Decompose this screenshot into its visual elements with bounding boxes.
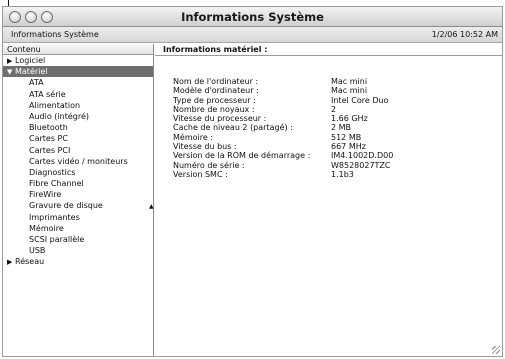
- sidebar-item-label: Matériel: [15, 67, 48, 77]
- spec-value: W8528027TZC: [331, 160, 391, 170]
- sidebar-item-label: Réseau: [15, 257, 45, 267]
- spec-label: Vitesse du bus :: [173, 142, 237, 152]
- spec-label: Cache de niveau 2 (partagé) :: [173, 123, 293, 133]
- sidebar-item-label: ATA: [29, 78, 44, 88]
- sidebar-item-label: Diagnostics: [29, 167, 76, 177]
- sidebar-item-label: Fibre Channel: [29, 179, 84, 189]
- sidebar-item-bluetooth[interactable]: Bluetooth: [3, 122, 153, 133]
- sidebar-item-label: FireWire: [29, 190, 62, 200]
- sidebar-item-label: Cartes PCI: [29, 145, 71, 155]
- sidebar-item-r-seau[interactable]: ▶ Réseau: [3, 256, 153, 267]
- sidebar-scrollbar[interactable]: ▲: [148, 55, 154, 356]
- spec-label: Numéro de série :: [173, 160, 245, 170]
- sidebar-item-alimentation[interactable]: Alimentation: [3, 100, 153, 111]
- resize-grip-icon[interactable]: [492, 346, 500, 354]
- spec-label: Type de processeur :: [173, 95, 256, 105]
- sidebar-item-mat-riel[interactable]: ▼ Matériel: [3, 66, 153, 78]
- spec-label: Mémoire :: [173, 132, 214, 142]
- spec-row: Modèle d'ordinateur : Mac mini: [173, 86, 393, 95]
- spec-row: Mémoire : 512 MB: [173, 133, 393, 142]
- spec-row: Numéro de série : W8528027TZC: [173, 161, 393, 170]
- spec-value: 2: [331, 104, 337, 114]
- sidebar-item-gravure-de-disque[interactable]: Gravure de disque: [3, 200, 153, 211]
- info-bar-label: Informations Système: [11, 30, 99, 39]
- spec-value: 1.1b3: [331, 169, 354, 179]
- sidebar-item-cartes-vid-o-moniteurs[interactable]: Cartes vidéo / moniteurs: [3, 156, 153, 167]
- detail-pane: Informations matériel : Nom de l'ordinat…: [155, 44, 502, 356]
- spec-value: Intel Core Duo: [331, 95, 389, 105]
- spec-value: 1.66 GHz: [331, 114, 368, 124]
- spec-value: Mac mini: [331, 77, 368, 86]
- spec-label: Version SMC :: [173, 169, 228, 179]
- sidebar-item-label: Audio (intégré): [29, 111, 89, 121]
- system-profiler-window: Informations Système Informations Systèm…: [2, 6, 503, 357]
- title-bar[interactable]: Informations Système: [3, 7, 502, 27]
- sidebar-item-logiciel[interactable]: ▶ Logiciel: [3, 55, 153, 66]
- spec-label: Nombre de noyaux :: [173, 104, 255, 114]
- sidebar-item-label: USB: [29, 246, 46, 256]
- scroll-arrow-icon[interactable]: ▲: [149, 203, 154, 210]
- window-title: Informations Système: [181, 10, 324, 24]
- sidebar-item-cartes-pc[interactable]: Cartes PC: [3, 133, 153, 144]
- spec-row: Nom de l'ordinateur : Mac mini: [173, 77, 393, 86]
- sidebar-item-fibre-channel[interactable]: Fibre Channel: [3, 178, 153, 189]
- spec-label: Modèle d'ordinateur :: [173, 86, 259, 96]
- sidebar-item-label: Cartes PC: [29, 134, 68, 144]
- spec-row: Version de la ROM de démarrage : IM4.1002…: [173, 151, 393, 160]
- info-bar: Informations Système 1/2/06 10:52 AM: [3, 27, 502, 43]
- sidebar-item-m-moire[interactable]: Mémoire: [3, 223, 153, 234]
- sidebar-item-scsi-parall-le[interactable]: SCSI parallèle: [3, 234, 153, 245]
- sidebar-item-audio-int-gr[interactable]: Audio (intégré): [3, 111, 153, 122]
- timestamp: 1/2/06 10:52 AM: [431, 30, 498, 39]
- spec-value: 512 MB: [331, 132, 362, 142]
- content-area: Contenu ▶ Logiciel ▼ Matériel ATA ATA série Al…: [3, 44, 502, 356]
- spec-value: IM4.1002D.D00: [331, 151, 394, 161]
- spec-row: Vitesse du bus : 667 MHz: [173, 142, 393, 151]
- sidebar-item-usb[interactable]: USB: [3, 245, 153, 256]
- sidebar-item-firewire[interactable]: FireWire: [3, 189, 153, 200]
- spec-row: Type de processeur : Intel Core Duo: [173, 96, 393, 105]
- sidebar-item-label: Cartes vidéo / moniteurs: [29, 156, 128, 166]
- spec-value: 667 MHz: [331, 142, 366, 152]
- sidebar-column-header[interactable]: Contenu: [3, 44, 153, 55]
- sidebar-item-label: ATA série: [29, 89, 66, 99]
- sidebar-item-label: Logiciel: [15, 56, 46, 65]
- sidebar-item-label: Imprimantes: [29, 212, 80, 222]
- spec-value: 2 MB: [331, 123, 352, 133]
- disclosure-triangle-right-icon[interactable]: ▶: [7, 257, 15, 268]
- sidebar-item-label: Mémoire: [29, 223, 64, 233]
- spec-label: Version de la ROM de démarrage :: [173, 151, 311, 161]
- sidebar-item-label: Gravure de disque: [29, 201, 103, 211]
- sidebar-list: ▶ Logiciel ▼ Matériel ATA ATA série Alimentati…: [3, 55, 153, 268]
- sidebar-item-imprimantes[interactable]: Imprimantes: [3, 212, 153, 223]
- sidebar-item-diagnostics[interactable]: Diagnostics: [3, 167, 153, 178]
- spec-label: Nom de l'ordinateur :: [173, 77, 259, 86]
- spec-row: Nombre de noyaux : 2: [173, 105, 393, 114]
- sidebar-item-label: Bluetooth: [29, 123, 68, 133]
- sidebar-item-cartes-pci[interactable]: Cartes PCI: [3, 145, 153, 156]
- sidebar-item-ata[interactable]: ATA: [3, 77, 153, 88]
- spec-row: Cache de niveau 2 (partagé) : 2 MB: [173, 123, 393, 132]
- sidebar-item-label: Alimentation: [29, 100, 81, 110]
- hardware-spec-table: Nom de l'ordinateur : Mac mini Modèle d'or…: [173, 77, 393, 179]
- sidebar-item-ata-s-rie[interactable]: ATA série: [3, 89, 153, 100]
- sidebar-item-label: SCSI parallèle: [29, 235, 85, 244]
- contents-sidebar: Contenu ▶ Logiciel ▼ Matériel ATA ATA série Al…: [3, 44, 154, 356]
- detail-title: Informations matériel :: [155, 44, 502, 56]
- spec-value: Mac mini: [331, 86, 368, 96]
- spec-row: Version SMC : 1.1b3: [173, 170, 393, 179]
